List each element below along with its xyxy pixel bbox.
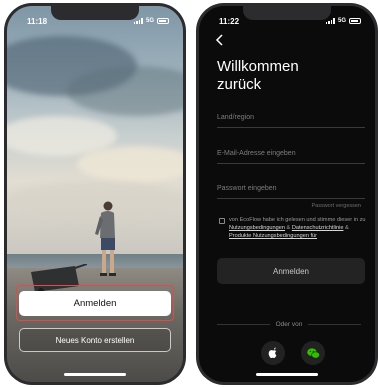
apple-icon [268, 347, 277, 359]
beach-background-image [7, 6, 183, 382]
status-time: 11:22 [219, 16, 240, 26]
terms-link[interactable]: Nutzungsbedingungen [229, 225, 285, 231]
wechat-icon [306, 347, 320, 359]
terms-checkbox[interactable] [219, 218, 225, 224]
signal-icon [325, 18, 335, 24]
home-indicator [64, 373, 126, 376]
status-bar: 11:18 5G [7, 15, 183, 27]
network-label: 5G [337, 18, 346, 24]
person-figure [95, 201, 116, 276]
network-label: 5G [145, 18, 154, 24]
title-line-2: zurück [217, 76, 262, 93]
login-submit-button[interactable]: Anmelden [217, 258, 365, 284]
battery-icon [349, 18, 361, 24]
privacy-link[interactable]: Datenschutzrichtlinie [292, 225, 344, 231]
highlight-annotation [16, 285, 174, 321]
forgot-password-link[interactable]: Passwort vergessen [311, 203, 361, 209]
or-divider: Oder von [217, 321, 361, 328]
or-label: Oder von [275, 321, 303, 328]
status-bar: 11:22 5G [199, 15, 375, 27]
signal-icon [133, 18, 143, 24]
create-account-button[interactable]: Neues Konto erstellen [19, 328, 171, 352]
product-terms-link[interactable]: Produkte Nutzungsbedingungen für [229, 233, 317, 239]
apple-login-button[interactable] [261, 341, 285, 365]
welcome-screen: 11:18 5G Anmelden Neues Konto erstellen [7, 6, 183, 382]
status-time: 11:18 [27, 16, 48, 26]
region-field[interactable]: Land/region [217, 114, 365, 128]
title-line-1: Willkommen [217, 58, 299, 75]
page-title: Willkommen zurück [217, 58, 299, 94]
wechat-login-button[interactable] [301, 341, 325, 365]
terms-text: von EcoFlow habe ich gelesen und stimme … [229, 217, 366, 239]
home-indicator [256, 373, 318, 376]
email-field[interactable]: E-Mail-Adresse eingeben [217, 150, 365, 164]
login-screen: 11:22 5G Willkommen zurück Land/region E… [199, 6, 375, 382]
password-field[interactable]: Passwort eingeben [217, 185, 365, 199]
phone-right: 11:22 5G Willkommen zurück Land/region E… [196, 3, 378, 385]
battery-icon [157, 18, 169, 24]
phone-left: 11:18 5G Anmelden Neues Konto erstellen [4, 3, 186, 385]
back-arrow-icon[interactable] [215, 34, 225, 46]
terms-prefix: von EcoFlow habe ich gelesen und stimme … [229, 217, 366, 223]
